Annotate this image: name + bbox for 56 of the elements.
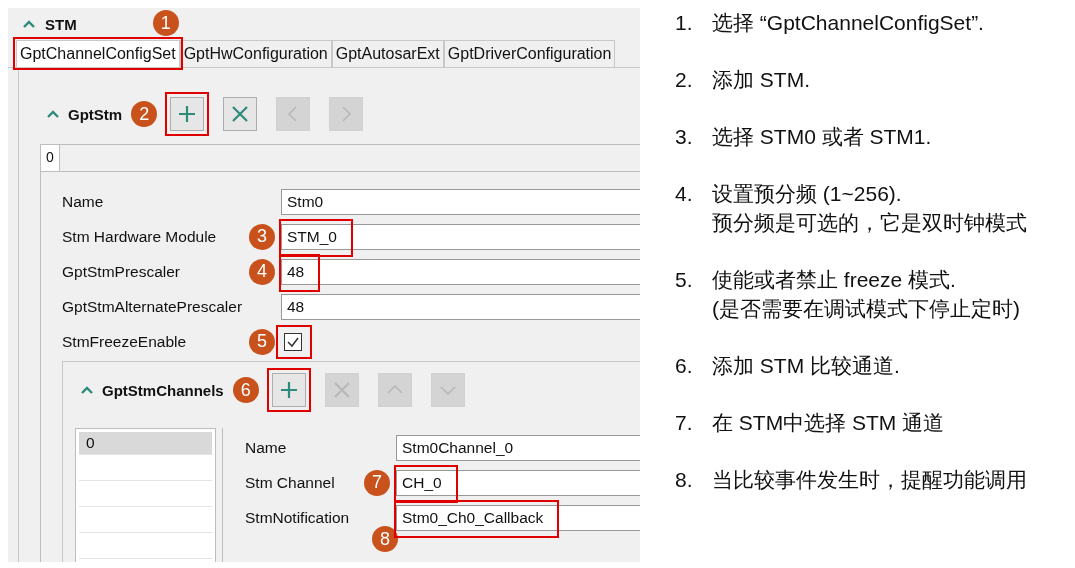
- remove-icon: [332, 381, 351, 399]
- field-label: Name: [61, 192, 105, 211]
- step-number-marker: 5: [249, 328, 275, 355]
- text-field[interactable]: Stm0: [281, 188, 640, 215]
- text-field[interactable]: 48: [281, 293, 640, 320]
- step-number: 1.: [675, 10, 694, 36]
- step-text: 当比较事件发生时，提醒功能调用: [712, 467, 1027, 493]
- index-tab[interactable]: 0: [41, 145, 60, 171]
- field-label: GptStmAlternatePrescaler: [61, 297, 244, 316]
- add-icon: [178, 105, 197, 123]
- section-title: STM: [45, 15, 77, 33]
- text-field[interactable]: Stm0Channel_0: [396, 434, 640, 461]
- tab[interactable]: GptChannelConfigSet: [16, 40, 180, 67]
- text-field[interactable]: 48: [281, 258, 640, 285]
- step-text: 预分频是可选的，它是双时钟模式: [712, 210, 1027, 236]
- field-label: StmNotification: [245, 508, 351, 527]
- tab[interactable]: GptAutosarExt: [331, 40, 444, 67]
- step-number: 7.: [675, 410, 694, 436]
- field-label: StmFreezeEnable: [61, 332, 188, 351]
- step-number-marker: 6: [232, 377, 259, 403]
- step-number: 4.: [675, 181, 694, 207]
- text-field[interactable]: CH_0: [396, 469, 640, 496]
- step-text: 在 STM中选择 STM 通道: [712, 410, 945, 436]
- text-field[interactable]: Stm0_Ch0_Callback: [396, 504, 640, 531]
- step-text: 添加 STM 比较通道.: [712, 353, 900, 379]
- field-label: Stm Hardware Module: [61, 227, 218, 246]
- step-number: 8.: [675, 467, 694, 493]
- step-number-marker: 8: [372, 526, 398, 552]
- step-number-marker: 7: [364, 469, 390, 496]
- step-text: 选择 STM0 或者 STM1.: [712, 124, 932, 150]
- step-number-marker: 2: [131, 101, 158, 127]
- step-text: 使能或者禁止 freeze 模式.: [712, 267, 957, 293]
- checkbox[interactable]: [284, 332, 302, 351]
- field-label: GptStmPrescaler: [61, 262, 181, 281]
- step-text: (是否需要在调试模式下停止定时): [712, 296, 1020, 322]
- step-number: 3.: [675, 124, 694, 150]
- remove-button[interactable]: [223, 97, 258, 131]
- add-icon: [279, 381, 298, 399]
- field-label: Name: [245, 438, 288, 457]
- step-text: 选择 “GptChannelConfigSet”.: [712, 10, 984, 36]
- list-item[interactable]: 0: [79, 432, 212, 455]
- step-text: 添加 STM.: [712, 67, 810, 93]
- step-number-marker: 4: [249, 258, 275, 285]
- step-number: 2.: [675, 67, 694, 93]
- remove-icon: [231, 105, 250, 123]
- tab[interactable]: GptHwConfiguration: [179, 40, 332, 67]
- section-title: GptStm: [68, 105, 123, 123]
- step-number-marker: 3: [249, 223, 275, 250]
- step-number: 5.: [675, 267, 694, 293]
- step-number: 6.: [675, 353, 694, 379]
- tab[interactable]: GptDriverConfiguration: [443, 40, 616, 67]
- field-label: Stm Channel: [245, 473, 336, 492]
- step-text: 设置预分频 (1~256).: [712, 181, 903, 207]
- text-field[interactable]: STM_0: [281, 223, 640, 250]
- step-number-marker: 1: [152, 10, 179, 36]
- section-title: GptStmChannels: [102, 381, 224, 399]
